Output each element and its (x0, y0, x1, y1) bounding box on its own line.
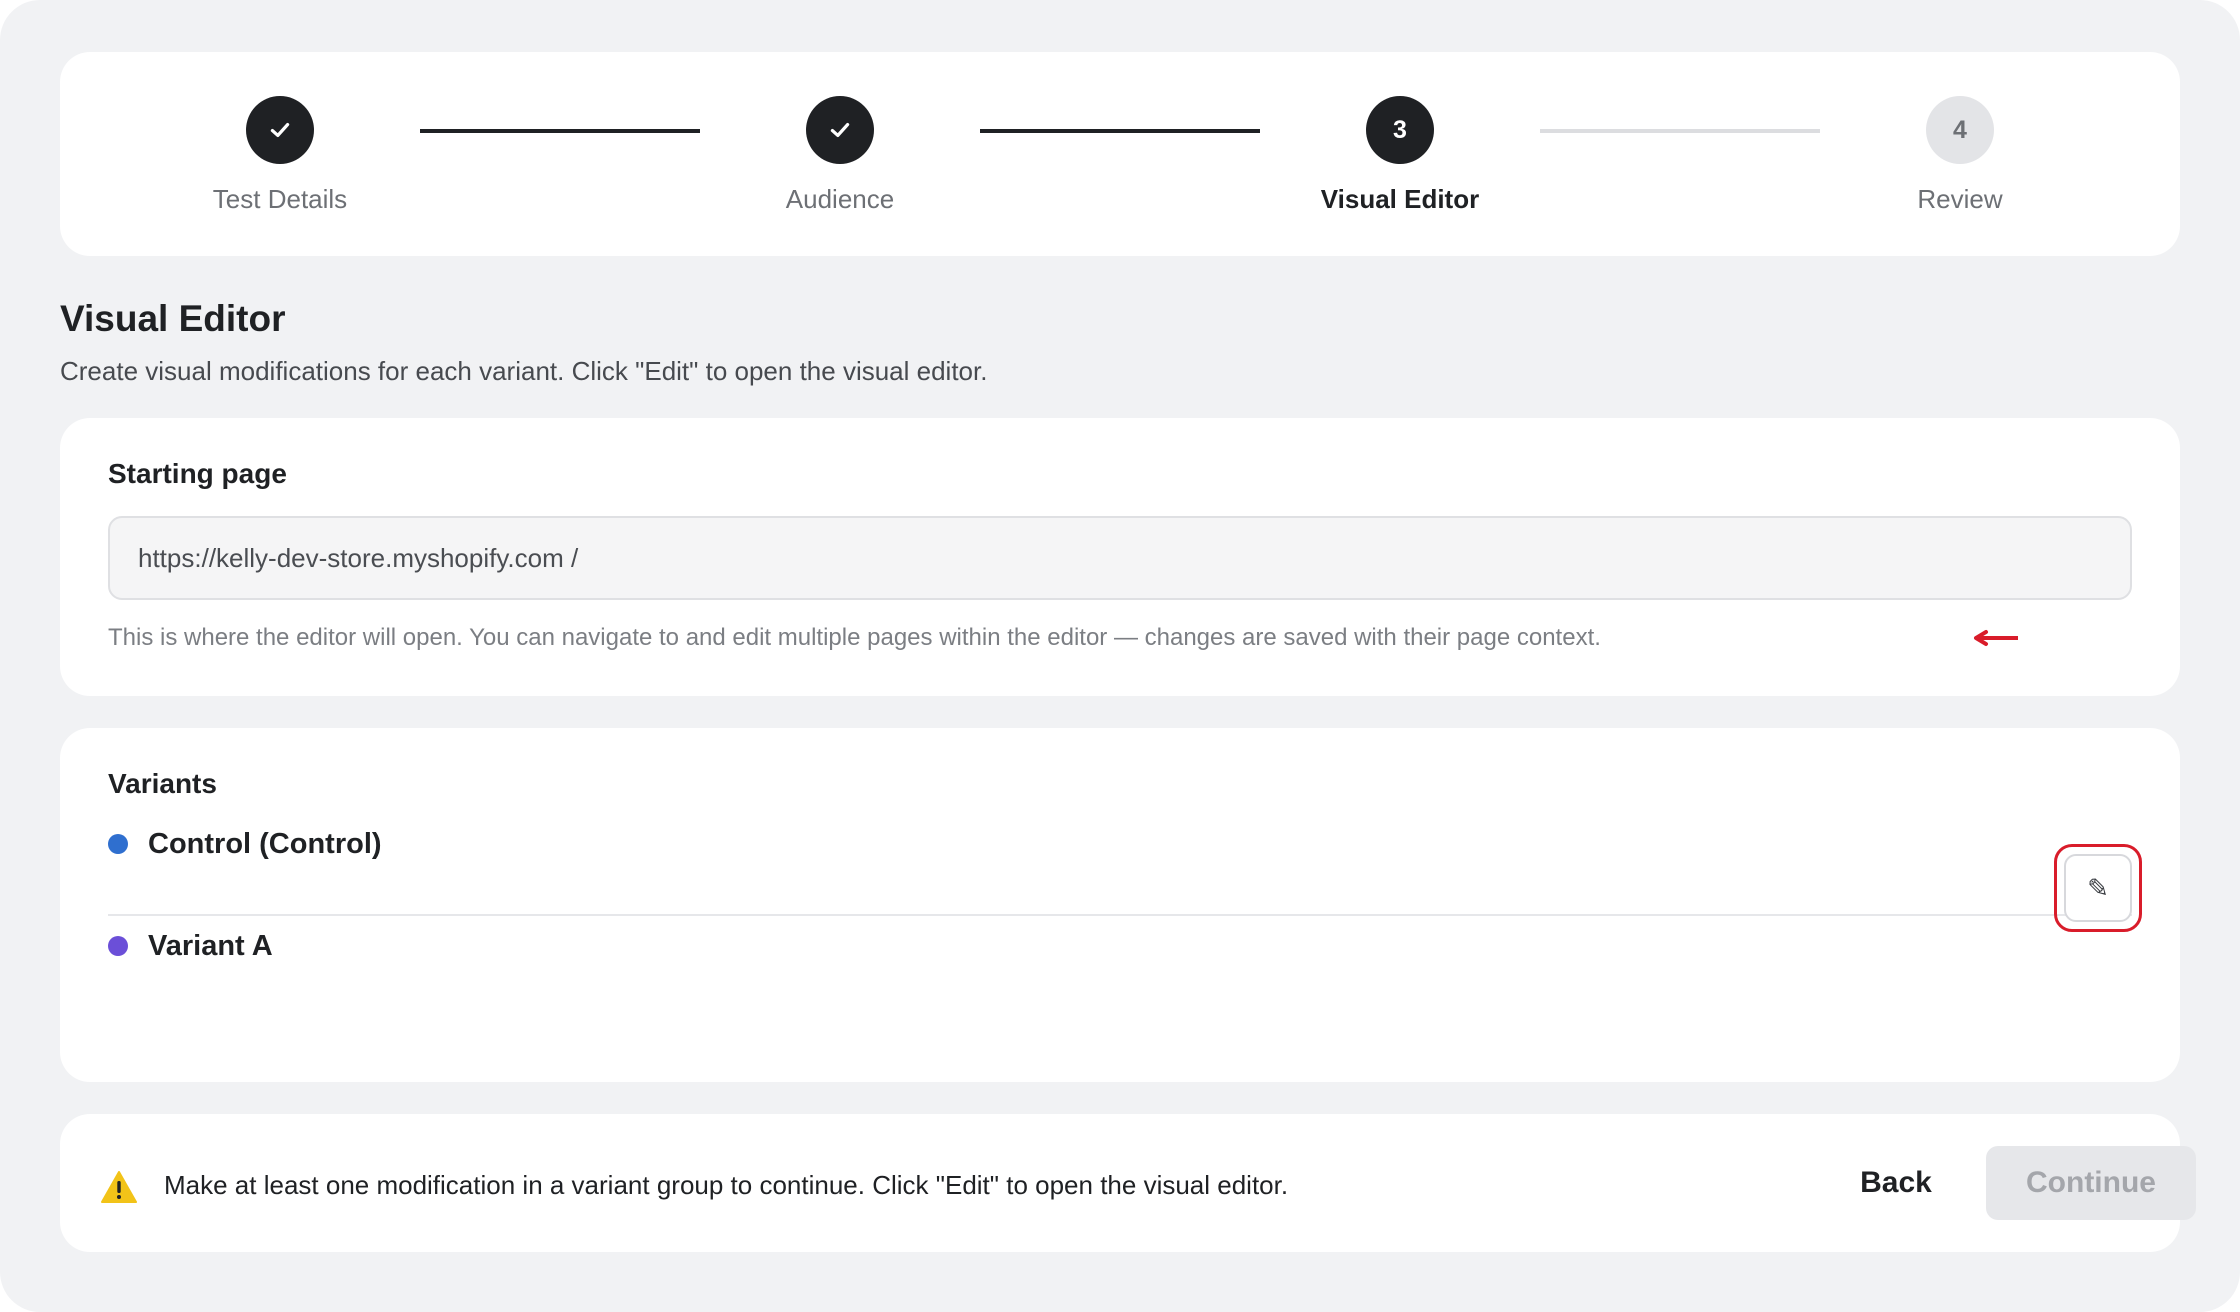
step-connector-complete (420, 129, 700, 133)
checkmark-icon (830, 122, 850, 138)
variant-row-control[interactable]: Control (Control) (108, 808, 2132, 916)
variant-row-variant-a[interactable]: Variant A (108, 918, 2132, 1026)
warning-icon (101, 1171, 137, 1203)
starting-page-help-text: This is where the editor will open. You … (108, 624, 1601, 651)
continue-button[interactable]: Continue (1986, 1146, 2196, 1220)
step-label: Test Details (212, 184, 348, 214)
edit-variant-button[interactable]: ✎ (2064, 854, 2132, 922)
step-number-circle: 4 (1926, 96, 1994, 164)
step-audience[interactable]: Audience (720, 96, 960, 215)
warning-message: Make at least one modification in a vari… (164, 1170, 1289, 1200)
step-label: Visual Editor (1320, 184, 1480, 214)
starting-page-url-field[interactable] (108, 516, 2132, 600)
progress-stepper: Test Details Audience 3 Visual Editor 4 … (60, 52, 2180, 256)
starting-page-card: Starting page This is where the editor w… (60, 418, 2180, 696)
annotation-arrow-icon (1974, 630, 2018, 646)
step-test-details[interactable]: Test Details (160, 96, 400, 215)
step-connector-pending (1540, 129, 1820, 133)
back-button[interactable]: Back (1820, 1146, 1972, 1220)
variant-name: Variant A (148, 930, 273, 962)
page-title: Visual Editor (60, 298, 286, 339)
step-number-circle: 3 (1366, 96, 1434, 164)
footer-bar: Make at least one modification in a vari… (60, 1114, 2196, 1252)
variant-color-dot (108, 936, 128, 956)
variants-card: Variants Control (Control) Variant A (60, 728, 2180, 1082)
page-subtitle: Create visual modifications for each var… (60, 356, 988, 386)
variant-color-dot (108, 834, 128, 854)
step-complete-circle (806, 96, 874, 164)
starting-page-title: Starting page (108, 458, 287, 489)
step-review[interactable]: 4 Review (1840, 96, 2080, 215)
app-frame: Test Details Audience 3 Visual Editor 4 … (0, 0, 2240, 1312)
step-complete-circle (246, 96, 314, 164)
variants-title: Variants (108, 768, 217, 799)
step-connector-complete (980, 129, 1260, 133)
step-label: Review (1917, 184, 2003, 214)
step-visual-editor[interactable]: 3 Visual Editor (1280, 96, 1520, 215)
variant-name: Control (Control) (148, 828, 382, 860)
checkmark-icon (270, 122, 290, 138)
pencil-icon: ✎ (2087, 873, 2109, 903)
step-label: Audience (785, 184, 895, 214)
